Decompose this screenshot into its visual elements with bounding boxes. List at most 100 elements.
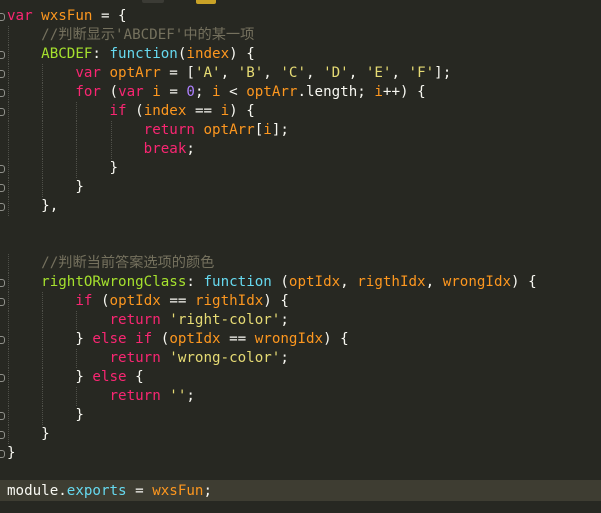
fold-marker-icon[interactable] [0, 298, 5, 306]
code-token: : [186, 274, 204, 290]
indent-guide [76, 159, 78, 178]
code-token: index [186, 46, 230, 62]
code-line[interactable]: break; [7, 140, 601, 159]
code-token: ]; [434, 65, 452, 81]
code-line[interactable]: } [7, 178, 601, 197]
tab-fragment[interactable] [142, 0, 164, 3]
indent-guide [8, 140, 9, 159]
code-line[interactable]: return ''; [7, 387, 601, 406]
code-token: for [75, 84, 101, 100]
indent-guide [8, 349, 9, 368]
code-token: module [7, 483, 59, 499]
code-token: ; [280, 350, 289, 366]
code-token: optIdx [109, 293, 161, 309]
code-token: == [186, 103, 221, 119]
indent-guide [110, 140, 112, 159]
code-token: ( [100, 84, 119, 100]
fold-marker-icon[interactable] [0, 70, 5, 78]
code-token: var [118, 84, 144, 100]
fold-marker-icon[interactable] [0, 89, 5, 97]
fold-marker-icon[interactable] [0, 374, 5, 382]
code-line[interactable]: } [7, 444, 601, 463]
code-token: . [297, 84, 307, 100]
code-token: break [143, 141, 187, 157]
code-line[interactable]: if (optIdx == rigthIdx) { [7, 292, 601, 311]
code-line[interactable]: //判断显示'ABCDEF'中的某一项 [7, 26, 601, 45]
fold-marker-icon[interactable] [0, 184, 5, 192]
indent-guide [8, 406, 9, 425]
code-line[interactable]: } [7, 406, 601, 425]
code-token: i [152, 84, 161, 100]
indent-guide [42, 330, 44, 349]
indent-guide [8, 292, 9, 311]
code-line[interactable]: } else { [7, 368, 601, 387]
code-line[interactable]: ABCDEF: function(index) { [7, 45, 601, 64]
fold-marker-icon[interactable] [0, 203, 5, 211]
code-line[interactable]: return 'wrong-color'; [7, 349, 601, 368]
code-line[interactable]: module.exports = wxsFun; [7, 482, 601, 501]
fold-marker-icon[interactable] [0, 13, 5, 21]
code-token: optArr [246, 84, 298, 100]
fold-marker-icon[interactable] [0, 51, 5, 59]
code-token: ) { [229, 46, 255, 62]
code-token: ; [203, 483, 213, 499]
code-token: var [75, 65, 101, 81]
code-token: 'E' [365, 65, 392, 81]
code-token: } [7, 369, 93, 385]
code-token: 'D' [323, 65, 349, 81]
code-line[interactable] [7, 216, 601, 235]
code-token: [ [254, 122, 264, 138]
fold-marker-icon[interactable] [0, 108, 5, 116]
code-token: else [92, 331, 127, 347]
code-token: i [220, 103, 230, 119]
code-token: , [263, 65, 281, 81]
code-line[interactable]: if (index == i) { [7, 102, 601, 121]
code-line[interactable]: }, [7, 197, 601, 216]
fold-marker-icon[interactable] [0, 165, 5, 173]
code-area[interactable]: var wxsFun = { //判断显示'ABCDEF'中的某一项 ABCDE… [7, 7, 601, 501]
fold-marker-icon[interactable] [0, 450, 5, 458]
code-token: return [109, 312, 161, 328]
code-line[interactable]: var wxsFun = { [7, 7, 601, 26]
indent-guide [76, 102, 78, 121]
fold-marker-icon[interactable] [0, 279, 5, 287]
code-line[interactable]: return 'right-color'; [7, 311, 601, 330]
code-token: } [7, 407, 84, 423]
tab-fragment-active[interactable] [196, 0, 216, 4]
code-line[interactable]: //判断当前答案选项的颜色 [7, 254, 601, 273]
fold-marker-icon[interactable] [0, 412, 5, 420]
code-line[interactable]: var optArr = ['A', 'B', 'C', 'D', 'E', '… [7, 64, 601, 83]
code-token: 'wrong-color' [169, 350, 281, 366]
code-token: 0 [186, 84, 195, 100]
indent-guide [42, 140, 44, 159]
code-token: exports [66, 483, 127, 499]
code-token: 'C' [280, 65, 306, 81]
fold-marker-icon[interactable] [0, 431, 5, 439]
code-editor[interactable]: var wxsFun = { //判断显示'ABCDEF'中的某一项 ABCDE… [0, 0, 601, 513]
indent-guide [8, 83, 9, 102]
code-line[interactable]: rightORwrongClass: function (optIdx, rig… [7, 273, 601, 292]
code-token: == [220, 331, 255, 347]
code-line[interactable]: return optArr[i]; [7, 121, 601, 140]
code-line[interactable] [7, 235, 601, 254]
code-token: //判断显示'ABCDEF'中的某一项 [41, 27, 255, 43]
code-line[interactable]: } [7, 425, 601, 444]
code-token: optIdx [288, 274, 341, 290]
indent-guide [76, 121, 78, 140]
code-line[interactable] [7, 463, 601, 482]
fold-gutter [0, 0, 6, 513]
code-token: } [7, 426, 50, 442]
code-line[interactable]: } [7, 159, 601, 178]
indent-guide [8, 178, 9, 197]
code-line[interactable]: } else if (optIdx == wrongIdx) { [7, 330, 601, 349]
code-token: index [143, 103, 187, 119]
indent-guide [8, 425, 9, 444]
fold-marker-icon[interactable] [0, 336, 5, 344]
indent-guide [42, 406, 44, 425]
code-line[interactable]: for (var i = 0; i < optArr.length; i++) … [7, 83, 601, 102]
